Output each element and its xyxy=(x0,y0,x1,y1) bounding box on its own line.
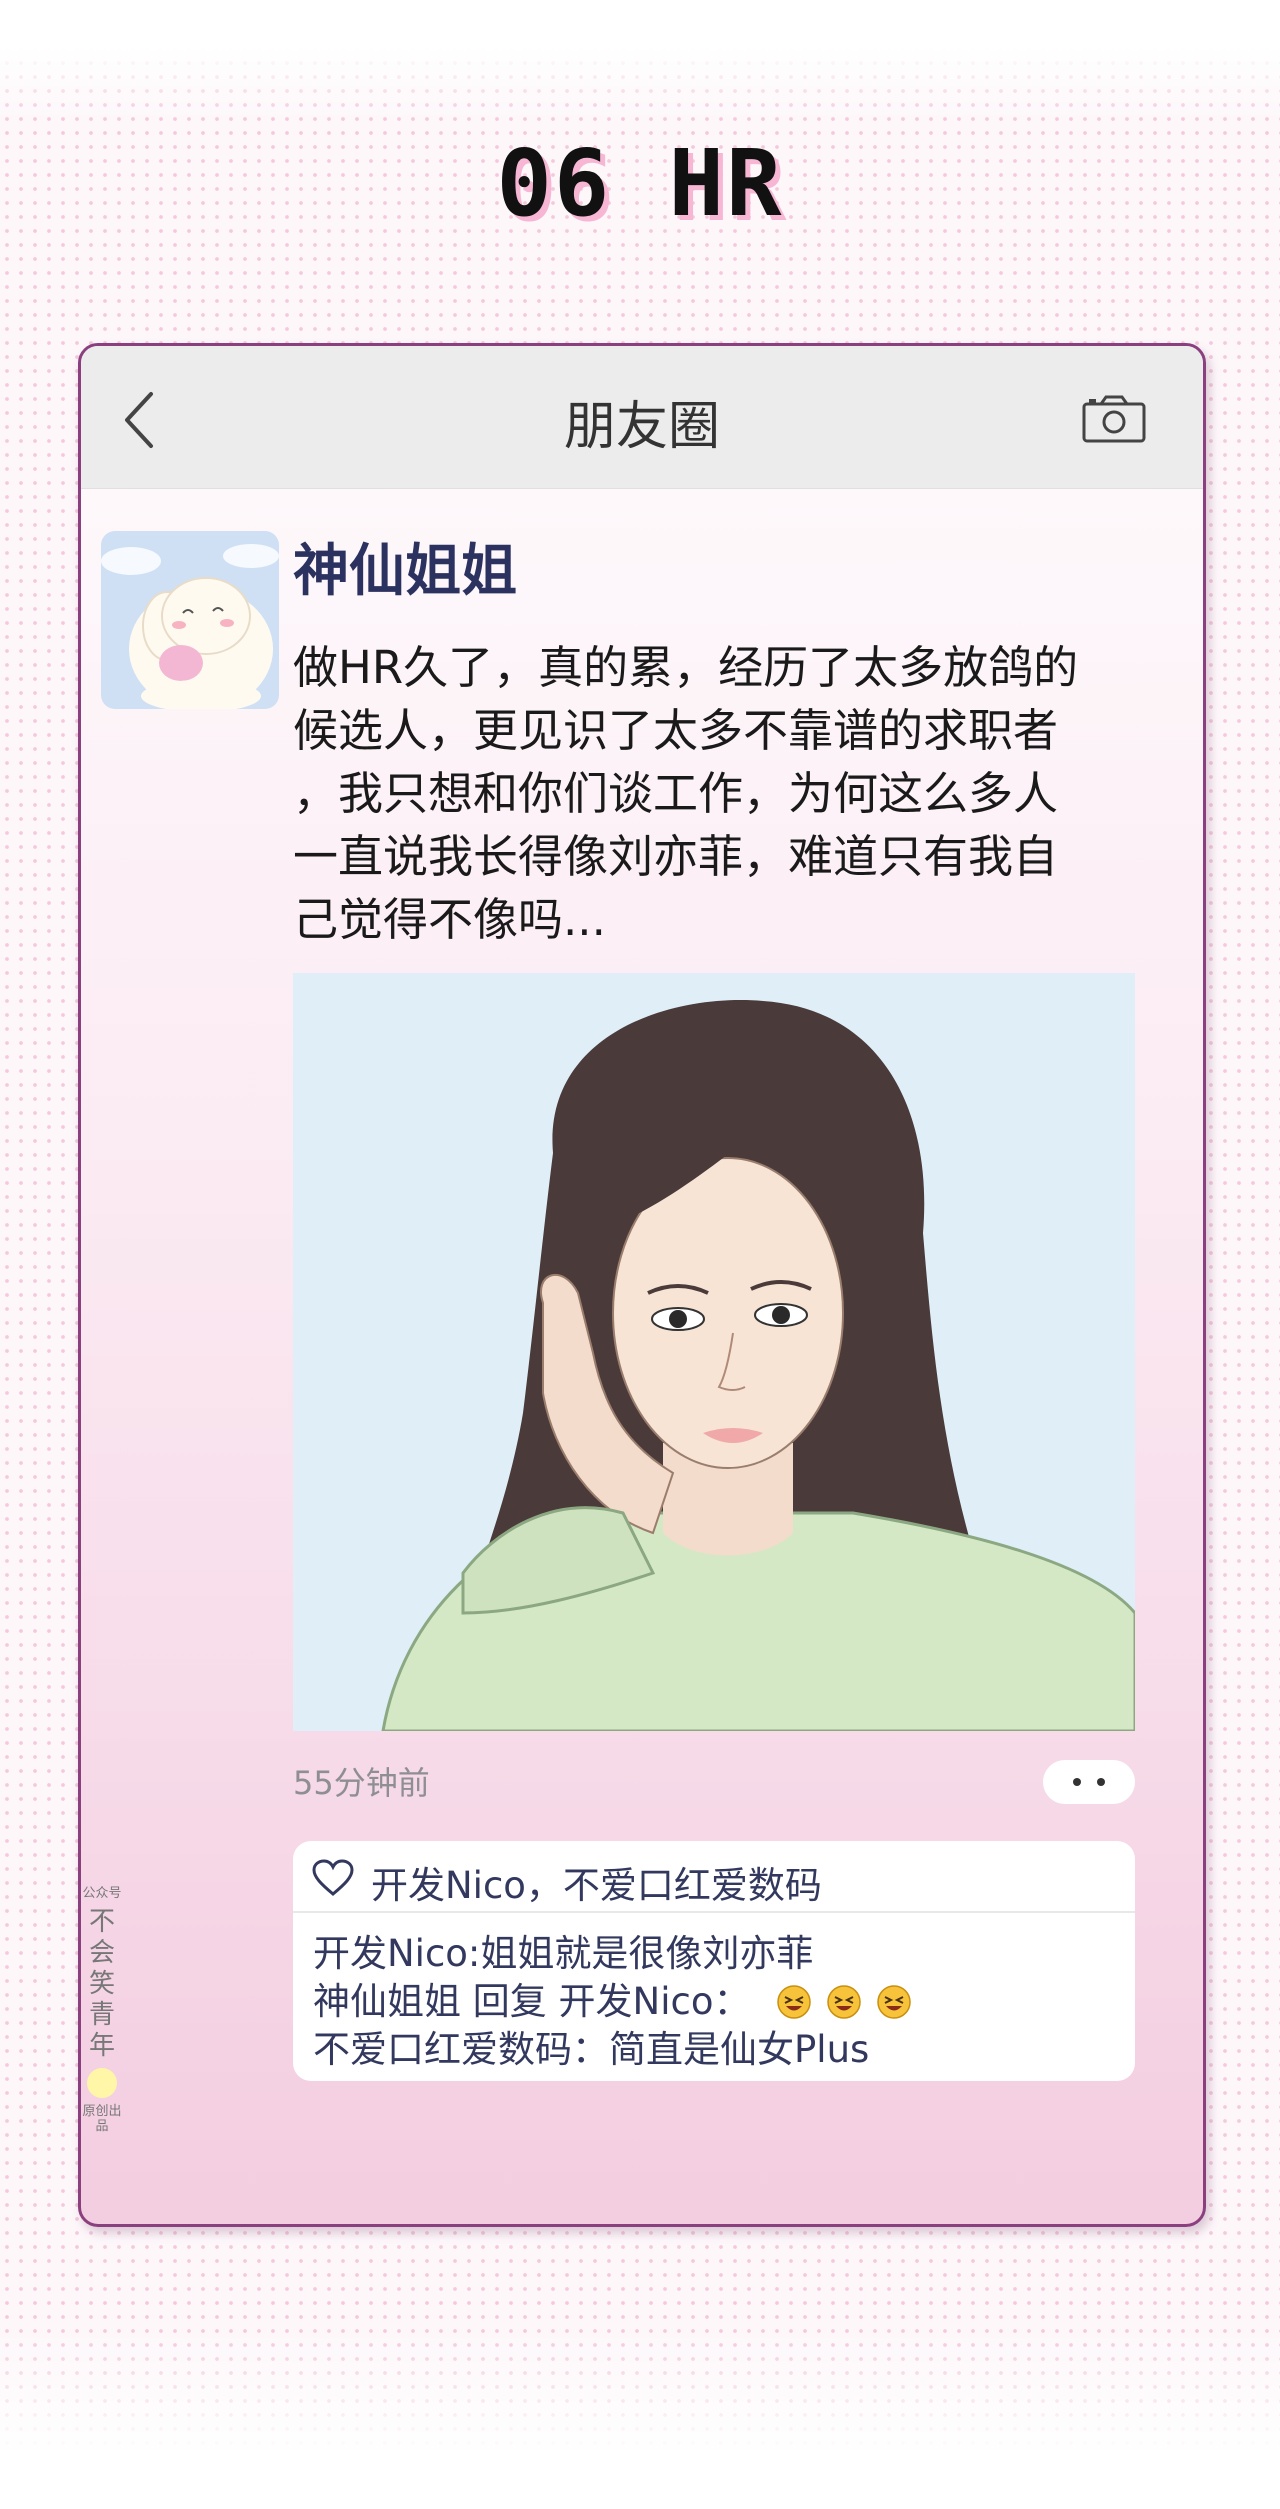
camera-icon xyxy=(1082,395,1146,443)
avatar-illustration xyxy=(101,531,279,709)
smiley-icon xyxy=(87,2068,117,2098)
comment-text: 开发Nico:姐姐就是很像刘亦菲 xyxy=(313,1932,814,1975)
grin-emoji-icon xyxy=(827,1985,861,2019)
post-text: 做HR久了，真的累，经历了太多放鸽的 候选人，更见识了太多不靠谱的求职者 ，我只… xyxy=(293,636,1133,951)
watermark-char: 年 xyxy=(88,2031,115,2061)
post-text-line: 己觉得不像吗... xyxy=(293,893,606,946)
heart-icon xyxy=(312,1859,354,1896)
page-title: 06 HR xyxy=(496,130,784,237)
camera-button[interactable] xyxy=(1081,394,1147,444)
watermark-name: 不 会 笑 青 年 xyxy=(81,1907,123,2062)
post-timestamp: 55分钟前 xyxy=(293,1764,430,1802)
page-top-fade xyxy=(0,0,1280,120)
watermark-footer: 原创出品 xyxy=(82,2104,122,2134)
watermark-char: 不 xyxy=(88,1907,115,1937)
grin-emoji-icon xyxy=(777,1985,811,2019)
more-options-button[interactable] xyxy=(1043,1760,1135,1804)
more-dot-icon xyxy=(1097,1778,1105,1786)
avatar[interactable] xyxy=(101,531,279,709)
likes-names[interactable]: 开发Nico，不爱口红爱数码 xyxy=(371,1855,822,1909)
watermark-label: 公众号 xyxy=(82,1886,122,1901)
page-bottom-fade xyxy=(0,2330,1280,2509)
comment-text: 不爱口红爱数码：简直是仙女Plus xyxy=(313,2028,870,2071)
post-username[interactable]: 神仙姐姐 xyxy=(293,526,517,607)
comment-text: 神仙姐姐 回复 开发Nico： xyxy=(313,1980,751,2023)
post-photo[interactable] xyxy=(293,973,1135,1731)
nav-bar: 朋友圈 xyxy=(81,346,1203,489)
nav-title: 朋友圈 xyxy=(563,397,720,457)
more-dot-icon xyxy=(1073,1778,1081,1786)
post-text-line: 做HR久了，真的累，经历了太多放鸽的 xyxy=(293,641,1079,694)
watermark-char: 笑 xyxy=(88,1969,115,1999)
comment-item[interactable]: 开发Nico:姐姐就是很像刘亦菲 xyxy=(313,1923,813,1977)
grin-emoji-icon xyxy=(877,1985,911,2019)
account-watermark: 公众号 不 会 笑 青 年 原创出品 xyxy=(81,1886,123,2134)
post-text-line: ，我只想和你们谈工作，为何这么多人 xyxy=(293,767,1059,820)
watermark-char: 会 xyxy=(88,1938,115,1968)
post-text-line: 候选人，更见识了太多不靠谱的求职者 xyxy=(293,704,1059,757)
likes-comments-panel: 开发Nico，不爱口红爱数码 开发Nico:姐姐就是很像刘亦菲 神仙姐姐 回复 … xyxy=(293,1841,1135,2081)
comment-item[interactable]: 神仙姐姐 回复 开发Nico： xyxy=(313,1971,912,2025)
moments-screen: 朋友圈 神仙姐姐 做HR久了，真的累，经历了太多放鸽的 候选人，更见识了太多不靠… xyxy=(78,343,1206,2227)
post-text-line: 一直说我长得像刘亦菲，难道只有我自 xyxy=(293,830,1059,883)
comment-item[interactable]: 不爱口红爱数码：简直是仙女Plus xyxy=(313,2019,869,2073)
watermark-char: 青 xyxy=(88,2000,115,2030)
likes-row: 开发Nico，不爱口红爱数码 xyxy=(293,1841,1135,1913)
woman-illustration xyxy=(293,973,1135,1731)
